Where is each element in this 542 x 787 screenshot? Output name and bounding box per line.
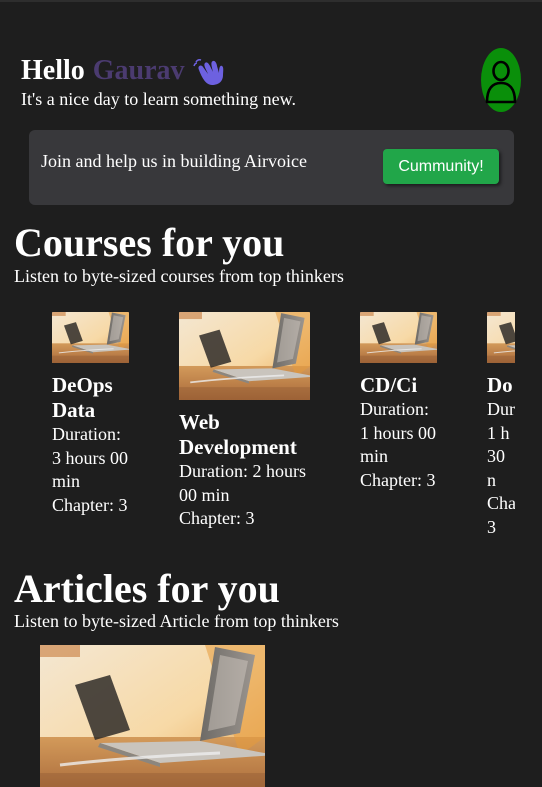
course-thumbnail	[487, 312, 515, 363]
course-chapter: Cha 3	[487, 493, 515, 537]
article-card[interactable]	[40, 645, 265, 787]
greeting-heading: Hello Gaurav	[21, 54, 296, 88]
greeting-hello: Hello	[21, 55, 85, 86]
community-button[interactable]: Cummunity!	[383, 149, 499, 184]
avatar[interactable]	[481, 48, 521, 112]
course-duration: Duration: 2 hours 00 min	[179, 461, 306, 505]
courses-subtitle: Listen to byte-sized courses from top th…	[14, 266, 344, 286]
waving-hand-icon	[192, 56, 227, 86]
greeting-subtitle: It's a nice day to learn something new.	[21, 89, 296, 109]
article-thumbnail	[40, 645, 265, 787]
user-icon	[485, 60, 517, 104]
course-card-devops[interactable]: DeOps Data Duration: 3 hours 00 min Chap…	[52, 312, 132, 517]
courses-title: Courses for you	[14, 220, 285, 265]
course-title: DeOps Data	[52, 373, 113, 422]
greeting: Hello Gaurav It's a nice day to learn so…	[21, 54, 296, 110]
course-chapter: Chapter: 3	[360, 469, 436, 490]
course-chapter: Chapter: 3	[52, 494, 128, 515]
articles-title: Articles for you	[14, 566, 280, 611]
course-title: CD/Ci	[360, 373, 418, 397]
course-duration: Duration: 3 hours 00 min	[52, 424, 128, 491]
course-duration: Dur 1 h 30 n	[487, 399, 515, 490]
course-duration: Duration: 1 hours 00 min	[360, 399, 436, 466]
course-chapter: Chapter: 3	[179, 508, 255, 528]
community-banner: Join and help us in building Airvoice Cu…	[29, 130, 514, 205]
course-thumbnail	[52, 312, 129, 363]
course-card-web-development[interactable]: Web Development Duration: 2 hours 00 min…	[179, 312, 314, 531]
community-text: Join and help us in building Airvoice	[41, 151, 307, 171]
app-screen: Hello Gaurav It's a nice day to learn so…	[0, 2, 542, 787]
course-thumbnail	[360, 312, 437, 363]
course-thumbnail	[179, 312, 310, 400]
articles-subtitle: Listen to byte-sized Article from top th…	[14, 611, 339, 631]
course-card-partial[interactable]: Do Dur 1 h 30 n Cha 3	[487, 312, 515, 539]
courses-carousel[interactable]: DeOps Data Duration: 3 hours 00 min Chap…	[0, 308, 515, 548]
user-name: Gaurav	[92, 55, 185, 86]
course-card-cdci[interactable]: CD/Ci Duration: 1 hours 00 min Chapter: …	[360, 312, 440, 492]
course-title: Web Development	[179, 410, 297, 459]
course-title: Do	[487, 373, 513, 397]
